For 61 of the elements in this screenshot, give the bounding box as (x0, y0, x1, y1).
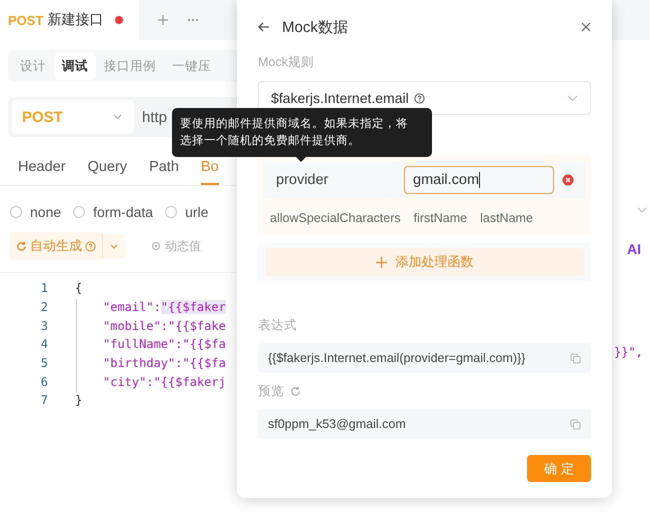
radio-label: form-data (93, 204, 154, 220)
remove-icon[interactable] (562, 174, 574, 186)
param-option[interactable]: firstName (414, 211, 468, 225)
panel-title: Mock数据 (282, 18, 348, 36)
radio-button[interactable] (73, 206, 86, 218)
line-number: 6 (40, 374, 48, 389)
code-text: } (75, 393, 82, 408)
help-icon (414, 92, 425, 104)
plus-icon (376, 256, 386, 268)
expression-field[interactable]: {{$fakerjs.Internet.email(provider=gmail.com)}} (258, 343, 591, 373)
method-label: POST (8, 12, 44, 28)
refresh-icon (16, 240, 27, 252)
mode-tab[interactable]: 调试 (54, 52, 96, 80)
preview-field[interactable]: sf0ppm_k53@gmail.com (258, 409, 591, 439)
radio-label: none (30, 204, 62, 220)
line-number: 3 (40, 318, 48, 333)
radio-button[interactable] (10, 206, 22, 218)
dropdown-button[interactable] (102, 234, 125, 258)
url-field[interactable]: http (142, 108, 168, 126)
copy-icon[interactable] (570, 418, 581, 430)
field-label: Mock规则 (258, 54, 315, 71)
code-text: "city":"{{$fakerj (103, 374, 226, 389)
close-icon[interactable] (581, 22, 591, 32)
tooltip-pointer (296, 157, 306, 162)
copy-icon[interactable] (570, 352, 581, 364)
request-tab[interactable]: Header (18, 159, 66, 185)
line-number: 1 (40, 281, 48, 296)
field-label: 预览 (258, 383, 284, 400)
code-text: "birthday":"{{$fa (103, 356, 226, 370)
refresh-icon[interactable] (290, 386, 301, 397)
request-tab[interactable]: Query (88, 159, 128, 185)
code-text: }}", (614, 344, 643, 359)
param-option[interactable]: allowSpecialCharacters (270, 211, 401, 225)
field-label: 表达式 (258, 317, 298, 334)
code-text: "email":"{{$faker (103, 300, 226, 314)
request-tab[interactable]: POST 新建接口 (0, 0, 139, 40)
radio-label: urle (185, 204, 208, 220)
line-number: 5 (40, 356, 48, 370)
line-number: 2 (40, 300, 48, 314)
param-input[interactable]: gmail.com (404, 166, 554, 194)
code-text: { (75, 281, 82, 296)
caret-icon (110, 244, 118, 248)
line-number: 7 (40, 393, 48, 408)
add-tab-icon[interactable] (157, 14, 169, 26)
chevron-icon (637, 207, 647, 213)
target-icon (151, 241, 161, 251)
chevron-icon (113, 114, 122, 120)
ai-button[interactable]: AI (627, 241, 641, 257)
code-text: "fullName":"{{$fa (103, 337, 226, 352)
radio-button[interactable] (165, 206, 178, 218)
tooltip: 要使用的邮件提供商域名。如果未指定，将 选择一个随机的免费邮件提供商。 (172, 108, 432, 157)
request-tab[interactable]: Path (149, 159, 179, 185)
chevron-icon (567, 94, 578, 102)
param-option[interactable]: lastName (480, 211, 533, 225)
line-number: 4 (40, 337, 48, 352)
param-name: provider (276, 172, 330, 188)
code-text: "mobile":"{{$fake (103, 318, 226, 333)
back-icon[interactable] (258, 22, 270, 32)
help-icon (85, 240, 96, 252)
more-icon[interactable] (187, 18, 199, 22)
tab-title: 新建接口 (47, 11, 104, 29)
